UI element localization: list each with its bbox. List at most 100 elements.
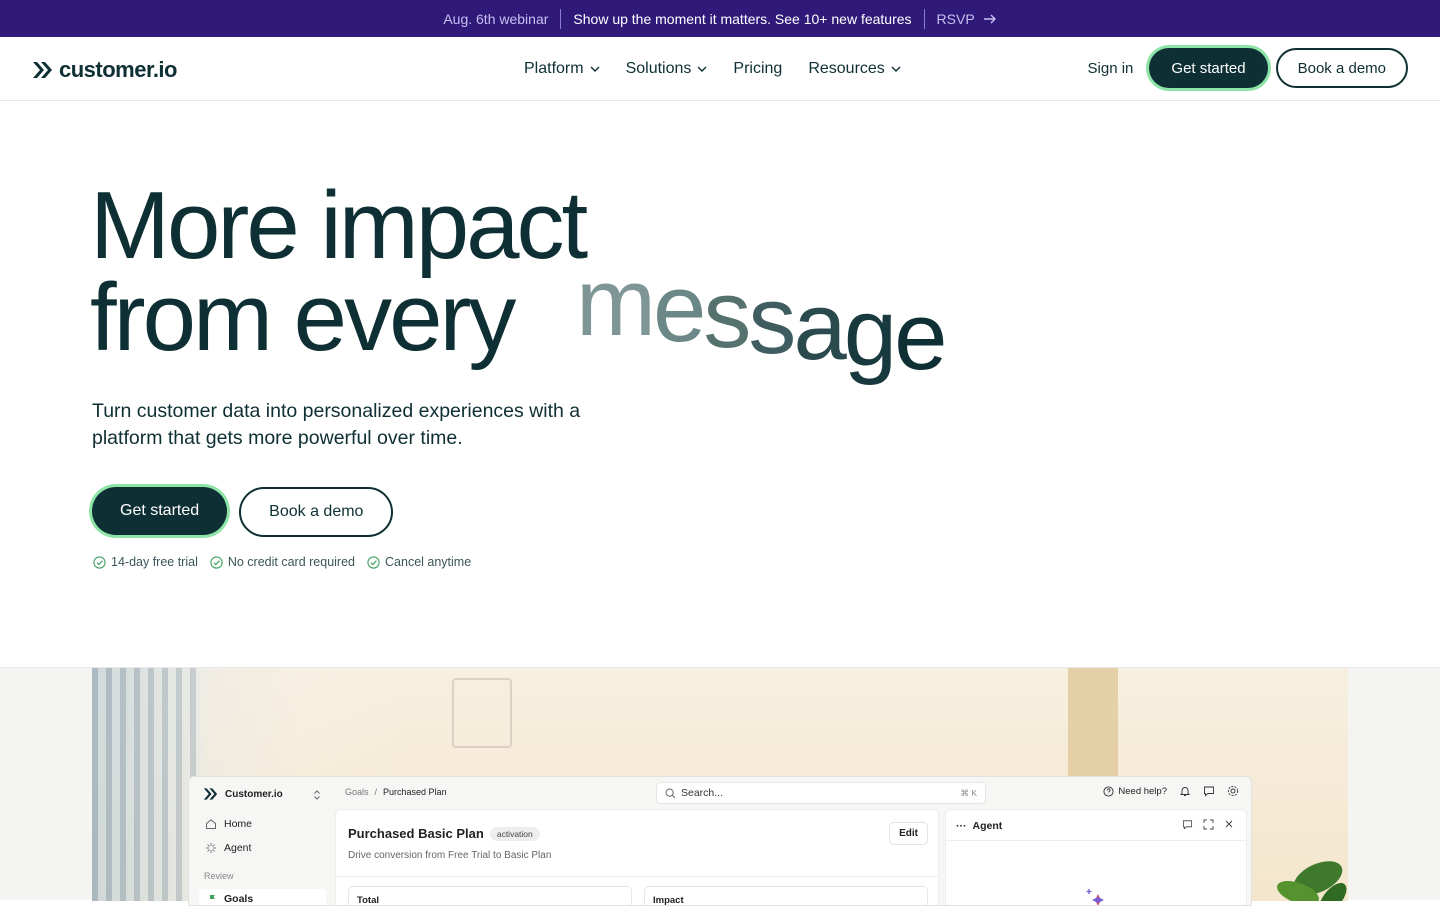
sidebar-item-agent[interactable]: Agent — [205, 842, 251, 854]
nav-book-demo-button[interactable]: Book a demo — [1275, 48, 1408, 88]
sidebar-item-label: Agent — [224, 842, 252, 854]
perk-label: No credit card required — [227, 555, 356, 569]
menu-solutions-label: Solutions — [625, 60, 692, 77]
breadcrumb-separator: / — [374, 787, 378, 797]
hero-perks: 14-day free trial No credit card require… — [93, 555, 471, 569]
hero-word-letter: e — [652, 255, 706, 362]
main-nav: customer.io Platform Solutions Pricing R… — [0, 37, 1440, 101]
hero-word-letter: m — [576, 249, 656, 356]
expand-icon[interactable] — [1203, 819, 1214, 830]
hero-cta-group: Get started Book a demo — [92, 487, 394, 537]
logo[interactable]: customer.io — [32, 57, 177, 83]
sidebar-item-label: Home — [224, 818, 253, 830]
help-button[interactable]: Need help? — [1103, 786, 1167, 797]
hero-title-line-1: More impact — [90, 172, 588, 279]
stat-label: Total — [357, 895, 379, 906]
workspace-name: Customer.io — [225, 788, 283, 800]
workspace-switcher[interactable]: Customer.io — [203, 787, 283, 801]
breadcrumb-current: Purchased Plan — [383, 787, 447, 797]
sign-in-link[interactable]: Sign in — [1088, 60, 1134, 77]
announcement-divider — [923, 8, 925, 29]
divider — [336, 876, 938, 877]
menu-pricing[interactable]: Pricing — [733, 60, 782, 78]
customerio-logo-icon — [203, 788, 218, 800]
more-icon[interactable]: ··· — [956, 820, 967, 832]
search-icon — [665, 788, 676, 798]
lamp-decoration — [452, 678, 512, 748]
goal-tag: activation — [489, 826, 540, 841]
hero-word-letter: s — [748, 267, 796, 374]
menu-resources[interactable]: Resources — [808, 60, 901, 78]
app-toolbar: Need help? — [1103, 785, 1239, 797]
stat-card-impact: Impact — [644, 886, 928, 906]
home-icon — [206, 819, 216, 829]
menu-solutions[interactable]: Solutions — [626, 60, 708, 78]
close-icon[interactable] — [1224, 819, 1234, 829]
chat-icon[interactable] — [1182, 819, 1193, 830]
primary-menu: Platform Solutions Pricing Resources — [524, 37, 901, 101]
app-sidebar: Customer.io Home Agent Review Goals — [189, 777, 329, 905]
perk-label: Cancel anytime — [385, 555, 472, 569]
stat-card-total: Total — [348, 886, 632, 906]
check-circle-icon — [367, 555, 380, 569]
edit-button[interactable]: Edit — [889, 822, 928, 845]
hero-book-demo-button[interactable]: Book a demo — [239, 487, 394, 537]
bell-icon[interactable] — [1179, 785, 1191, 797]
app-preview-window: Customer.io Home Agent Review Goals Goal… — [188, 776, 1252, 906]
menu-pricing-label: Pricing — [733, 60, 783, 77]
stat-label: Impact — [653, 895, 684, 906]
plant-icon — [1277, 861, 1347, 901]
agent-panel-header: ··· Agent — [956, 820, 1002, 832]
chat-icon[interactable] — [1203, 785, 1215, 797]
menu-resources-label: Resources — [808, 60, 885, 77]
announcement-bar[interactable]: Aug. 6th webinar Show up the moment it m… — [0, 0, 1440, 37]
breadcrumb: Goals / Purchased Plan — [345, 787, 447, 797]
menu-platform-label: Platform — [524, 60, 584, 77]
check-circle-icon — [93, 555, 106, 569]
goal-title: Purchased Basic Plan activation — [348, 826, 540, 841]
perk-item: No credit card required — [210, 555, 355, 569]
help-label: Need help? — [1118, 785, 1167, 797]
hero-title: More impact from every — [90, 172, 588, 366]
menu-platform[interactable]: Platform — [524, 60, 600, 78]
chevron-up-down-icon[interactable] — [313, 789, 321, 801]
hero-word-letter: e — [894, 283, 947, 390]
goal-description: Drive conversion from Free Trial to Basi… — [348, 850, 552, 861]
goal-title-text: Purchased Basic Plan — [348, 826, 484, 841]
sparkle-icon — [206, 843, 216, 853]
announcement-event: Aug. 6th webinar — [443, 10, 549, 27]
agent-panel-actions — [1182, 819, 1234, 830]
hero-subtitle: Turn customer data into personalized exp… — [92, 400, 581, 449]
arrow-right-icon — [983, 14, 996, 23]
agent-panel: ··· Agent — [945, 809, 1247, 905]
hero-get-started-button[interactable]: Get started — [92, 487, 228, 535]
search-input[interactable]: Search... ⌘ K — [656, 782, 986, 804]
announcement-message: Show up the moment it matters. See 10+ n… — [573, 10, 912, 27]
chevron-down-icon — [590, 66, 600, 72]
breadcrumb-goals[interactable]: Goals — [345, 787, 369, 797]
window-decoration — [92, 668, 202, 901]
chevron-down-icon — [891, 66, 901, 72]
nav-get-started-button[interactable]: Get started — [1149, 48, 1268, 88]
goal-panel: Purchased Basic Plan activation Drive co… — [335, 809, 939, 906]
hero-word-letter: g — [843, 279, 897, 386]
logo-text: customer.io — [59, 57, 177, 82]
customerio-logo-icon — [33, 62, 52, 78]
check-circle-icon — [210, 555, 223, 569]
gear-icon[interactable] — [1227, 785, 1239, 797]
sidebar-item-goals[interactable]: Goals — [199, 889, 326, 905]
sidebar-item-home[interactable]: Home — [205, 818, 252, 830]
hero-animated-word: m e s s a g e — [576, 249, 948, 390]
search-placeholder: Search... — [681, 787, 724, 799]
goal-icon — [210, 895, 215, 903]
sidebar-section-label: Review — [204, 871, 234, 881]
nav-actions: Sign in Get started Book a demo — [1088, 48, 1408, 88]
divider — [946, 840, 1246, 841]
perk-item: 14-day free trial — [93, 555, 198, 569]
search-shortcut: ⌘ K — [960, 787, 977, 798]
help-circle-icon — [1103, 785, 1114, 797]
hero-word-letter: a — [793, 273, 846, 380]
rsvp-link[interactable]: RSVP — [937, 11, 997, 27]
chevron-down-icon — [697, 66, 707, 72]
agent-panel-title: Agent — [972, 820, 1003, 832]
